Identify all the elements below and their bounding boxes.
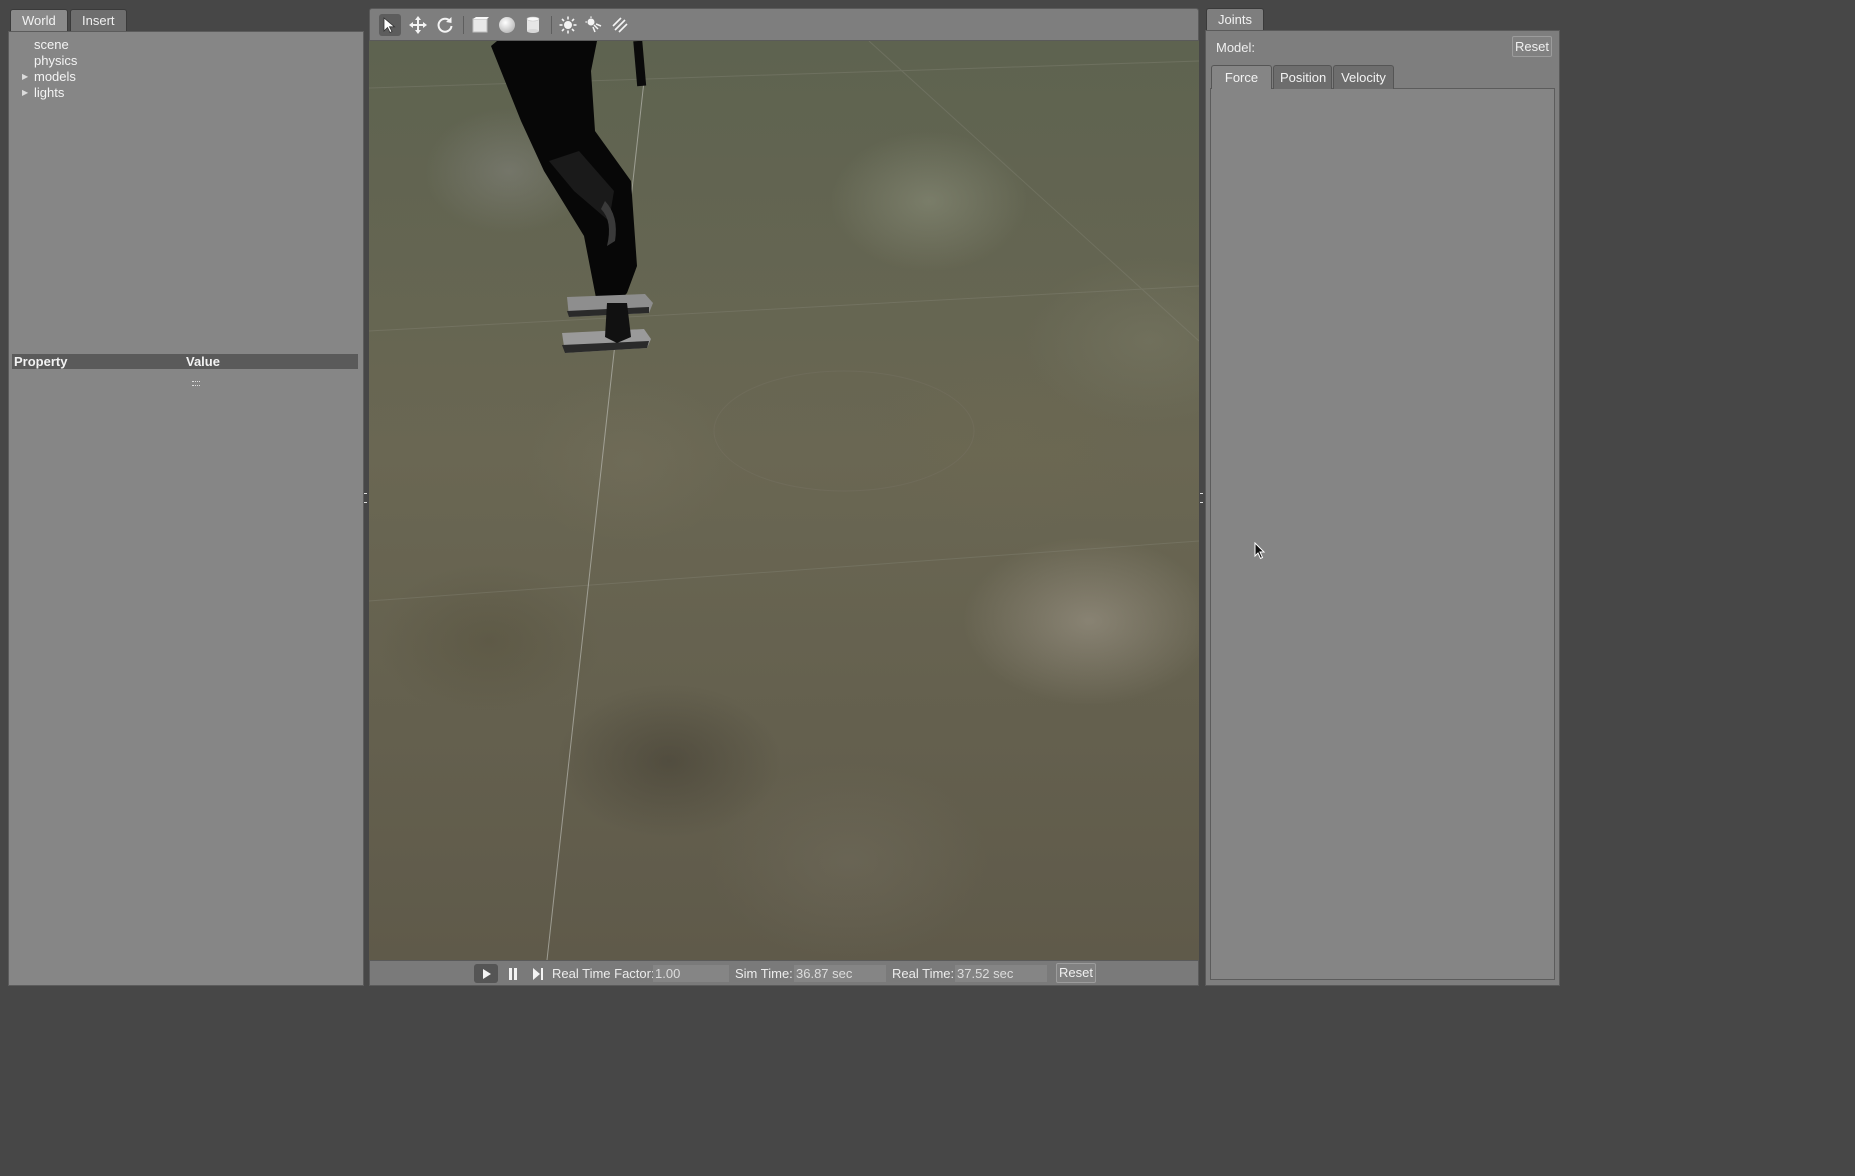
tab-world[interactable]: World (10, 9, 68, 32)
toolbar-separator (551, 16, 552, 34)
cylinder-icon[interactable] (522, 14, 544, 36)
left-splitter-handle[interactable] (364, 493, 367, 503)
real-time-label: Real Time: (892, 966, 955, 981)
property-column-header[interactable]: Property (14, 354, 67, 369)
3d-viewport[interactable] (369, 41, 1199, 960)
expand-arrow-icon[interactable]: ▶ (22, 85, 28, 101)
property-table-header: Property Value (12, 354, 358, 369)
sim-time-value: 36.87 sec (794, 965, 886, 982)
sphere-icon[interactable] (496, 14, 518, 36)
panel-splitter-handle[interactable] (192, 381, 200, 386)
expand-arrow-icon[interactable]: ▶ (22, 69, 28, 85)
point-light-icon[interactable] (557, 14, 579, 36)
box-icon[interactable] (469, 14, 491, 36)
status-bar: Real Time Factor: 1.00 Sim Time: 36.87 s… (369, 960, 1199, 986)
tree-item-models[interactable]: ▶ models (22, 69, 76, 85)
tree-item-label: lights (34, 85, 65, 100)
tree-item-lights[interactable]: ▶ lights (22, 85, 65, 101)
tree-item-label: models (34, 69, 76, 84)
real-time-value: 37.52 sec (955, 965, 1047, 982)
tab-velocity[interactable]: Velocity (1333, 65, 1394, 89)
tab-position[interactable]: Position (1273, 65, 1332, 89)
sim-time-label: Sim Time: (735, 966, 793, 981)
reset-joints-button[interactable]: Reset (1512, 36, 1552, 57)
directional-light-icon[interactable] (609, 14, 631, 36)
value-column-header[interactable]: Value (186, 354, 220, 369)
tab-force[interactable]: Force (1211, 65, 1272, 89)
scene-render (369, 41, 1199, 960)
pause-icon[interactable] (504, 964, 522, 983)
world-panel: scene physics ▶ models ▶ lights (8, 31, 364, 986)
joint-tab-content (1210, 88, 1555, 980)
step-icon[interactable] (529, 964, 547, 983)
real-time-factor-value: 1.00 (653, 965, 729, 982)
mouse-cursor-icon (1254, 542, 1266, 560)
play-icon[interactable] (474, 964, 498, 983)
robot-leg-model (491, 41, 653, 353)
toolbar-separator (463, 16, 464, 34)
reset-time-button[interactable]: Reset (1056, 963, 1096, 983)
toolbar (369, 8, 1199, 41)
select-icon[interactable] (379, 14, 401, 36)
tab-insert[interactable]: Insert (70, 9, 127, 32)
tree-item-scene[interactable]: scene (34, 37, 69, 53)
rotate-icon[interactable] (434, 14, 456, 36)
real-time-factor-label: Real Time Factor: (552, 966, 655, 981)
tab-joints[interactable]: Joints (1206, 8, 1264, 31)
right-splitter-handle[interactable] (1200, 493, 1203, 503)
spot-light-icon[interactable] (583, 14, 605, 36)
translate-icon[interactable] (407, 14, 429, 36)
tree-item-physics[interactable]: physics (34, 53, 77, 69)
model-label: Model: (1216, 40, 1256, 55)
